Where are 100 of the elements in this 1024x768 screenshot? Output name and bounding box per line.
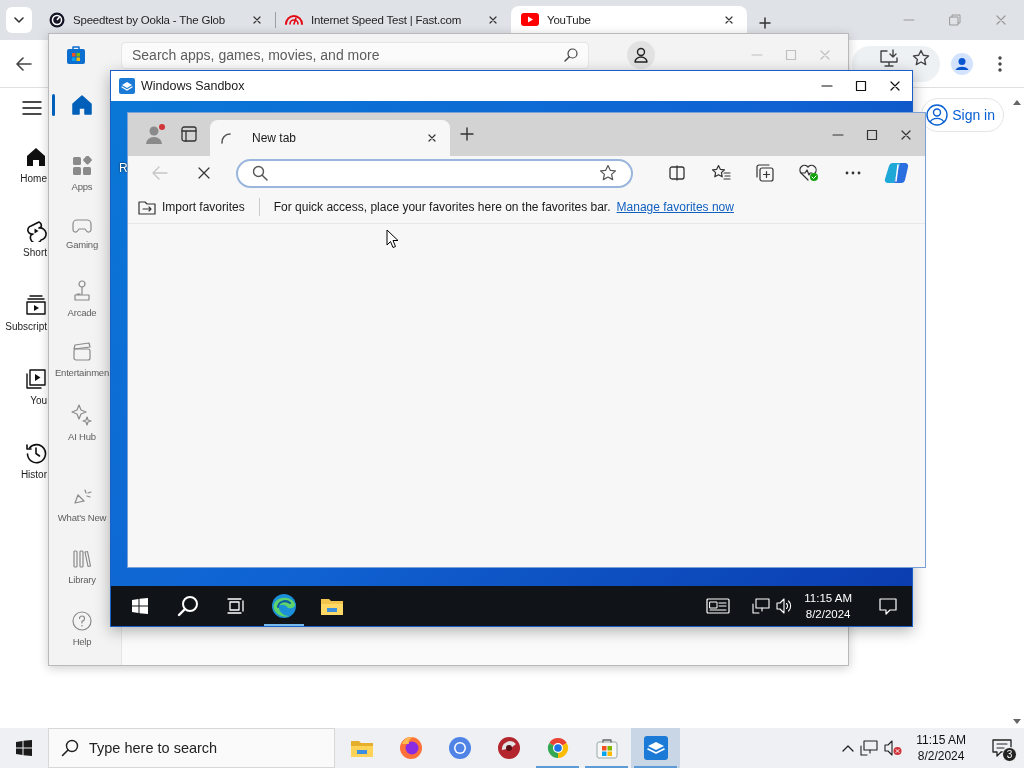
star-icon — [912, 48, 930, 67]
notifications-button[interactable]: 3 — [980, 728, 1024, 768]
clapperboard-icon — [72, 342, 92, 362]
import-favorites-button[interactable]: Import favorites — [138, 198, 245, 215]
home-icon — [71, 94, 93, 116]
browser-tab[interactable]: YouTube — [511, 6, 747, 33]
search-icon — [61, 739, 79, 757]
person-icon — [634, 47, 648, 63]
close-icon — [889, 80, 901, 92]
search-placeholder: Type here to search — [89, 740, 218, 756]
library-icon — [72, 549, 92, 569]
monitor-download-icon — [879, 48, 899, 67]
play-icon — [521, 13, 539, 26]
firefox-icon — [398, 736, 423, 760]
restore-icon — [949, 14, 961, 26]
speech-bubble-icon — [879, 597, 897, 615]
menu-icon — [22, 100, 42, 116]
desktop-icon-label[interactable]: R — [119, 161, 128, 175]
close-icon — [427, 133, 437, 143]
search-icon — [564, 48, 578, 62]
megaphone-icon — [72, 487, 92, 507]
browser-tab[interactable]: New tab — [210, 120, 450, 156]
star-icon — [599, 164, 617, 182]
maximize-icon — [855, 80, 867, 92]
clock-date: 8/2/2024 — [917, 748, 965, 764]
close-icon — [819, 49, 831, 61]
tab-search-button[interactable] — [6, 7, 32, 33]
edge-icon — [271, 593, 297, 619]
menu-button[interactable] — [22, 100, 42, 116]
copilot-icon — [884, 161, 910, 185]
user-circle-icon — [926, 104, 949, 126]
search-field[interactable]: Search apps, games, movies, and more — [121, 41, 589, 69]
nav-item[interactable]: You — [0, 395, 47, 406]
more-vertical-icon — [998, 55, 1002, 72]
manage-favorites-link[interactable]: Manage favorites now — [616, 199, 734, 214]
back-arrow-icon — [152, 166, 168, 180]
address-field[interactable] — [236, 158, 633, 188]
browser-tab[interactable]: Speedtest by Ookla - The Glob — [39, 6, 275, 33]
disc-icon — [496, 736, 521, 760]
collections-icon — [756, 164, 774, 182]
network-icon — [752, 598, 771, 614]
tab-title: YouTube — [547, 13, 592, 26]
volume-icon — [776, 598, 793, 614]
windows-logo-icon — [16, 740, 32, 756]
nav-item[interactable]: Histor — [0, 469, 47, 480]
nav-item[interactable]: Gaming — [54, 210, 110, 272]
nav-item[interactable]: Help — [54, 603, 110, 665]
back-arrow-icon — [16, 56, 32, 71]
person-icon — [144, 123, 166, 145]
folder-icon — [320, 596, 344, 616]
chromium-icon — [447, 736, 472, 760]
favorites-bar-message: For quick access, place your favorites here on the favorites bar. — [273, 199, 611, 214]
arrow-down-icon — [1012, 719, 1021, 724]
clock-time: 11:15 AM — [916, 732, 966, 748]
tab-title: Internet Speed Test | Fast.com — [311, 13, 463, 26]
maximize-icon — [785, 49, 797, 61]
person-icon — [951, 52, 973, 75]
news-icon — [706, 598, 731, 614]
chevron-up-icon — [842, 744, 855, 752]
close-icon — [900, 128, 912, 141]
window-icon — [181, 126, 197, 142]
nav-item[interactable]: Library — [54, 541, 110, 603]
task-view-icon — [227, 598, 245, 614]
chevron-down-icon — [14, 17, 24, 23]
chrome-icon — [545, 736, 570, 760]
nav-item[interactable]: Short — [0, 247, 47, 258]
close-icon — [252, 14, 262, 25]
window-title: Windows Sandbox — [141, 79, 245, 93]
nav-item[interactable]: Apps — [54, 148, 110, 210]
nav-item[interactable]: Entertainmen — [54, 334, 110, 396]
store-bag-icon — [67, 46, 85, 64]
mouse-pointer-icon — [386, 229, 399, 249]
windows-logo-icon — [132, 598, 148, 614]
sandbox-icon — [119, 78, 135, 94]
gauge-icon — [285, 14, 303, 25]
game-controller-icon — [72, 218, 92, 234]
heart-pulse-icon — [799, 164, 819, 182]
nav-item[interactable]: AI Hub — [54, 396, 110, 458]
tab-title: New tab — [252, 131, 298, 145]
shorts-icon — [25, 220, 47, 242]
folder-arrows-icon — [138, 198, 156, 215]
close-icon — [724, 14, 734, 25]
search-icon — [252, 165, 268, 181]
gauge-icon — [49, 11, 65, 28]
search-placeholder: Search apps, games, movies, and more — [132, 47, 380, 63]
shopping-bag-icon — [595, 737, 618, 759]
plus-icon — [759, 17, 771, 29]
nav-item[interactable]: What's New — [54, 479, 110, 541]
nav-item[interactable]: Subscript — [0, 321, 47, 332]
browser-tab[interactable]: Internet Speed Test | Fast.com — [275, 6, 511, 33]
account-button[interactable] — [627, 41, 655, 69]
more-horizontal-icon — [845, 171, 861, 175]
apps-icon — [72, 156, 92, 176]
video-library-icon — [25, 368, 47, 390]
nav-item[interactable]: Arcade — [54, 272, 110, 334]
nav-item[interactable]: Home — [0, 173, 47, 184]
search-field[interactable]: Type here to search — [48, 728, 335, 768]
subscriptions-icon — [25, 294, 47, 316]
star-list-icon — [711, 164, 731, 182]
split-screen-icon — [669, 165, 685, 181]
